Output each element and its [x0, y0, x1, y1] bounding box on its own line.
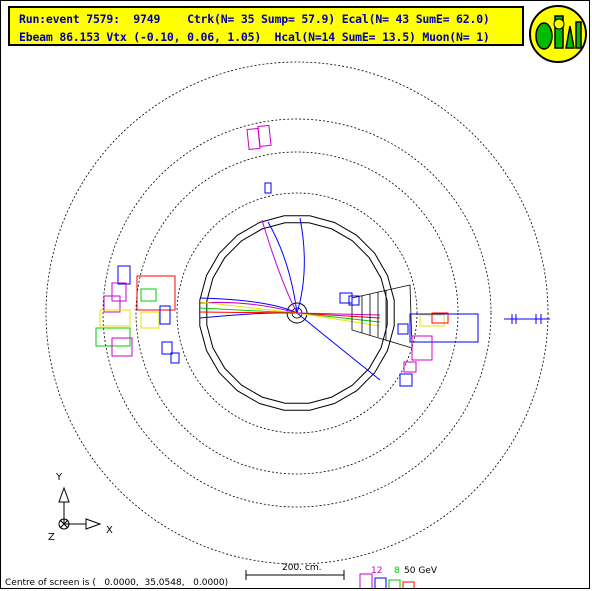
muon-hit: [504, 314, 550, 324]
energy-scale-8: 8: [394, 566, 400, 576]
axes-indicator: [58, 486, 102, 530]
track: [296, 217, 305, 314]
track: [261, 219, 298, 314]
track: [199, 312, 298, 319]
centre-of-screen-text: Centre of screen is ( 0.0000, 35.0548, 0…: [5, 578, 229, 588]
scale-label: 200. cm.: [282, 563, 322, 573]
track: [267, 221, 298, 314]
axis-z-label: Z: [48, 532, 55, 543]
detector-view: [45, 61, 550, 588]
ecal-hits: [95, 124, 479, 387]
axis-x-label: X: [106, 525, 113, 536]
energy-scale-50: 50 GeV: [404, 566, 437, 576]
energy-scale-marks: [359, 573, 415, 588]
tracks: [199, 217, 381, 381]
track: [296, 312, 381, 381]
energy-scale-12: 12: [371, 566, 383, 576]
axis-y-label: Y: [56, 472, 63, 483]
